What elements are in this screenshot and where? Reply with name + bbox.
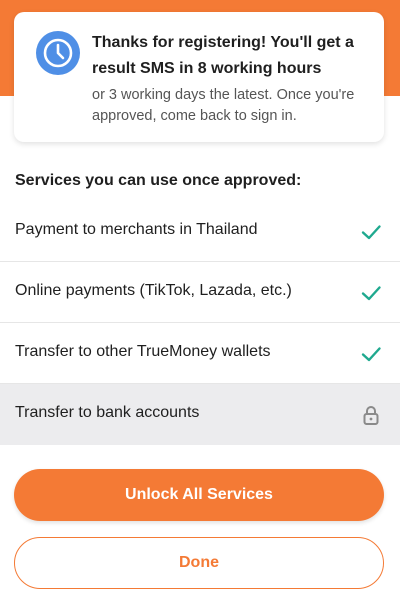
registration-notice-card: Thanks for registering! You'll get a res… — [14, 12, 384, 142]
service-label: Online payments (TikTok, Lazada, etc.) — [15, 282, 292, 299]
services-heading: Services you can use once approved: — [15, 172, 302, 189]
check-icon — [361, 225, 381, 240]
service-row-bank-transfer: Transfer to bank accounts — [0, 384, 400, 445]
clock-icon — [36, 31, 80, 75]
service-label: Transfer to other TrueMoney wallets — [15, 343, 271, 360]
service-row-online-payments: Online payments (TikTok, Lazada, etc.) — [0, 262, 400, 323]
check-icon — [361, 286, 381, 301]
check-icon — [361, 347, 381, 362]
registration-result-screen: Thanks for registering! You'll get a res… — [0, 0, 400, 600]
service-label: Payment to merchants in Thailand — [15, 221, 258, 238]
lock-icon — [363, 406, 379, 425]
service-row-merchant-payment: Payment to merchants in Thailand — [0, 201, 400, 262]
done-button[interactable]: Done — [14, 537, 384, 589]
service-row-wallet-transfer: Transfer to other TrueMoney wallets — [0, 323, 400, 384]
notice-title: Thanks for registering! You'll get a res… — [92, 34, 354, 77]
unlock-all-services-button[interactable]: Unlock All Services — [14, 469, 384, 521]
notice-body: or 3 working days the latest. Once you'r… — [92, 87, 355, 124]
service-label: Transfer to bank accounts — [15, 404, 200, 421]
